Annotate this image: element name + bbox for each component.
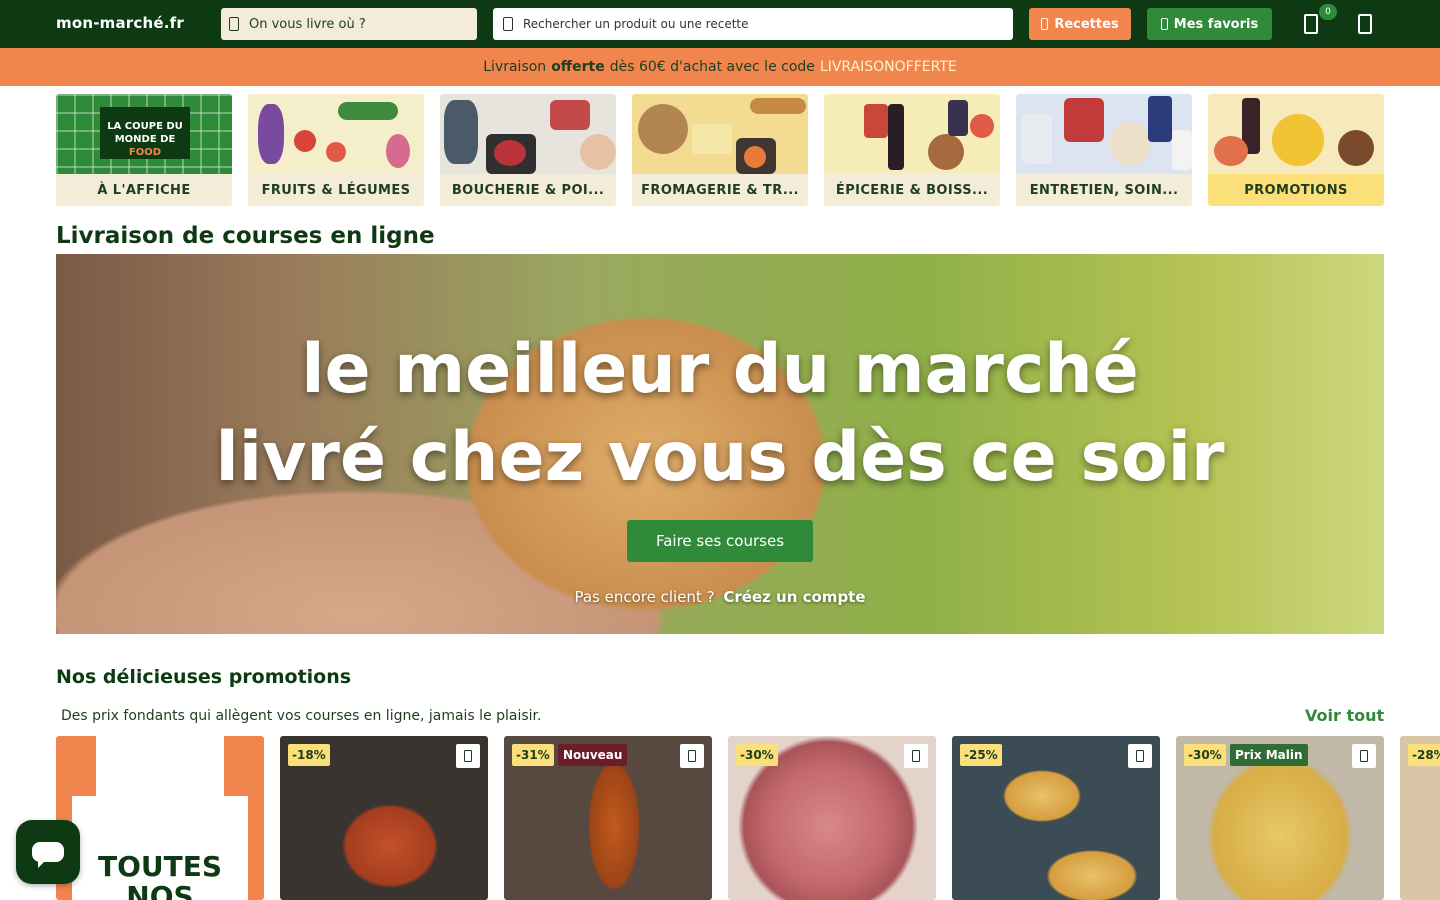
hero-line-1: le meilleur du marché xyxy=(301,330,1139,409)
product-card[interactable]: -28% xyxy=(1400,736,1440,900)
favorites-label: Mes favoris xyxy=(1173,16,1259,32)
discount-badge: -30% xyxy=(1184,744,1226,766)
category-featured[interactable]: LA COUPE DU MONDE DE FOOD À L'AFFICHE xyxy=(56,94,232,206)
location-pin-icon xyxy=(229,17,239,31)
category-cheese-deli[interactable]: FROMAGERIE & TR... xyxy=(632,94,808,206)
promotions-subtitle: Des prix fondants qui allègent vos cours… xyxy=(61,708,542,724)
category-image xyxy=(1208,94,1384,174)
world-cup-food-logo: LA COUPE DU MONDE DE FOOD xyxy=(100,107,190,159)
category-label: FROMAGERIE & TR... xyxy=(641,182,799,198)
cart-icon[interactable] xyxy=(1304,14,1318,34)
prix-malin-badge: Prix Malin xyxy=(1230,744,1308,766)
promotions-title: Nos délicieuses promotions xyxy=(56,666,352,688)
site-logo[interactable]: mon-marché.fr xyxy=(56,14,184,32)
chat-bubble-icon xyxy=(32,842,64,868)
category-fruits-vegetables[interactable]: FRUITS & LÉGUMES xyxy=(248,94,424,206)
category-label: FRUITS & LÉGUMES xyxy=(261,182,411,198)
category-image xyxy=(1016,94,1192,174)
discount-badge: -25% xyxy=(960,744,1002,766)
see-all-link[interactable]: Voir tout xyxy=(1305,706,1384,725)
heart-icon xyxy=(1136,750,1144,762)
user-account-icon[interactable] xyxy=(1358,14,1372,34)
category-strip: LA COUPE DU MONDE DE FOOD À L'AFFICHE FR… xyxy=(56,94,1384,206)
category-image xyxy=(632,94,808,174)
add-favorite-button[interactable] xyxy=(456,744,480,768)
hero-section-title: Livraison de courses en ligne xyxy=(56,223,435,249)
add-favorite-button[interactable] xyxy=(680,744,704,768)
favorites-button[interactable]: Mes favoris xyxy=(1147,8,1272,40)
signup-prompt: Pas encore client ? Créez un compte xyxy=(56,588,1384,606)
promo-middle: dès 60€ d'achat avec le code xyxy=(609,59,815,75)
product-card[interactable]: -18% xyxy=(280,736,488,900)
product-card[interactable]: -31% Nouveau xyxy=(504,736,712,900)
heart-icon xyxy=(912,750,920,762)
discount-badge: -30% xyxy=(736,744,778,766)
category-label: À L'AFFICHE xyxy=(97,182,191,198)
search-icon xyxy=(503,17,513,31)
delivery-address-input[interactable]: On vous livre où ? xyxy=(221,8,477,40)
promo-bold: offerte xyxy=(551,59,605,75)
add-favorite-button[interactable] xyxy=(904,744,928,768)
heart-icon xyxy=(688,750,696,762)
chat-button[interactable] xyxy=(16,820,80,884)
product-card[interactable]: -30% Prix Malin xyxy=(1176,736,1384,900)
discount-badge: -31% xyxy=(512,744,554,766)
discount-badge: -28% xyxy=(1408,744,1440,766)
category-cleaning-care[interactable]: ENTRETIEN, SOIN... xyxy=(1016,94,1192,206)
category-label: BOUCHERIE & POI... xyxy=(451,182,605,198)
category-butcher-fish[interactable]: BOUCHERIE & POI... xyxy=(440,94,616,206)
promotions-carousel: TOUTES NOS -18% -31% Nouveau -30% -25% -… xyxy=(56,736,1440,900)
search-input[interactable]: Rechercher un produit ou une recette xyxy=(493,8,1013,40)
add-favorite-button[interactable] xyxy=(1128,744,1152,768)
cart-count-badge: 0 xyxy=(1319,4,1337,20)
category-label: PROMOTIONS xyxy=(1208,174,1384,206)
recipes-label: Recettes xyxy=(1054,16,1119,32)
category-image xyxy=(440,94,616,174)
category-label: ÉPICERIE & BOISS... xyxy=(835,182,989,198)
hero-line-2: livré chez vous dès ce soir xyxy=(215,418,1225,497)
promo-prefix: Livraison xyxy=(483,59,547,75)
promo-code: LIVRAISONOFFERTE xyxy=(819,59,957,75)
new-badge: Nouveau xyxy=(558,744,628,766)
heart-icon xyxy=(1160,18,1168,30)
address-placeholder: On vous livre où ? xyxy=(249,16,366,32)
signup-text: Pas encore client ? xyxy=(574,588,715,606)
recipes-button[interactable]: Recettes xyxy=(1029,8,1131,40)
category-image: LA COUPE DU MONDE DE FOOD xyxy=(56,94,232,174)
add-favorite-button[interactable] xyxy=(1352,744,1376,768)
search-placeholder: Rechercher un produit ou une recette xyxy=(523,17,749,31)
category-grocery-drinks[interactable]: ÉPICERIE & BOISS... xyxy=(824,94,1000,206)
all-promotions-card[interactable]: TOUTES NOS xyxy=(56,736,264,900)
hero-banner: le meilleur du marché livré chez vous dè… xyxy=(56,254,1384,634)
product-card[interactable]: -25% xyxy=(952,736,1160,900)
category-image xyxy=(824,94,1000,174)
recipes-icon xyxy=(1041,18,1049,30)
category-promotions[interactable]: PROMOTIONS xyxy=(1208,94,1384,206)
heart-icon xyxy=(1360,750,1368,762)
all-promotions-text: TOUTES NOS xyxy=(97,850,223,900)
hero-headline: le meilleur du marché livré chez vous dè… xyxy=(56,326,1384,502)
product-card[interactable]: -30% xyxy=(728,736,936,900)
heart-icon xyxy=(464,750,472,762)
start-shopping-button[interactable]: Faire ses courses xyxy=(627,520,813,562)
category-image xyxy=(248,94,424,174)
discount-badge: -18% xyxy=(288,744,330,766)
category-label: ENTRETIEN, SOIN... xyxy=(1029,182,1179,198)
create-account-link[interactable]: Créez un compte xyxy=(723,588,865,606)
site-header: mon-marché.fr On vous livre où ? Recherc… xyxy=(0,0,1440,48)
free-delivery-banner: Livraison offerte dès 60€ d'achat avec l… xyxy=(0,48,1440,86)
